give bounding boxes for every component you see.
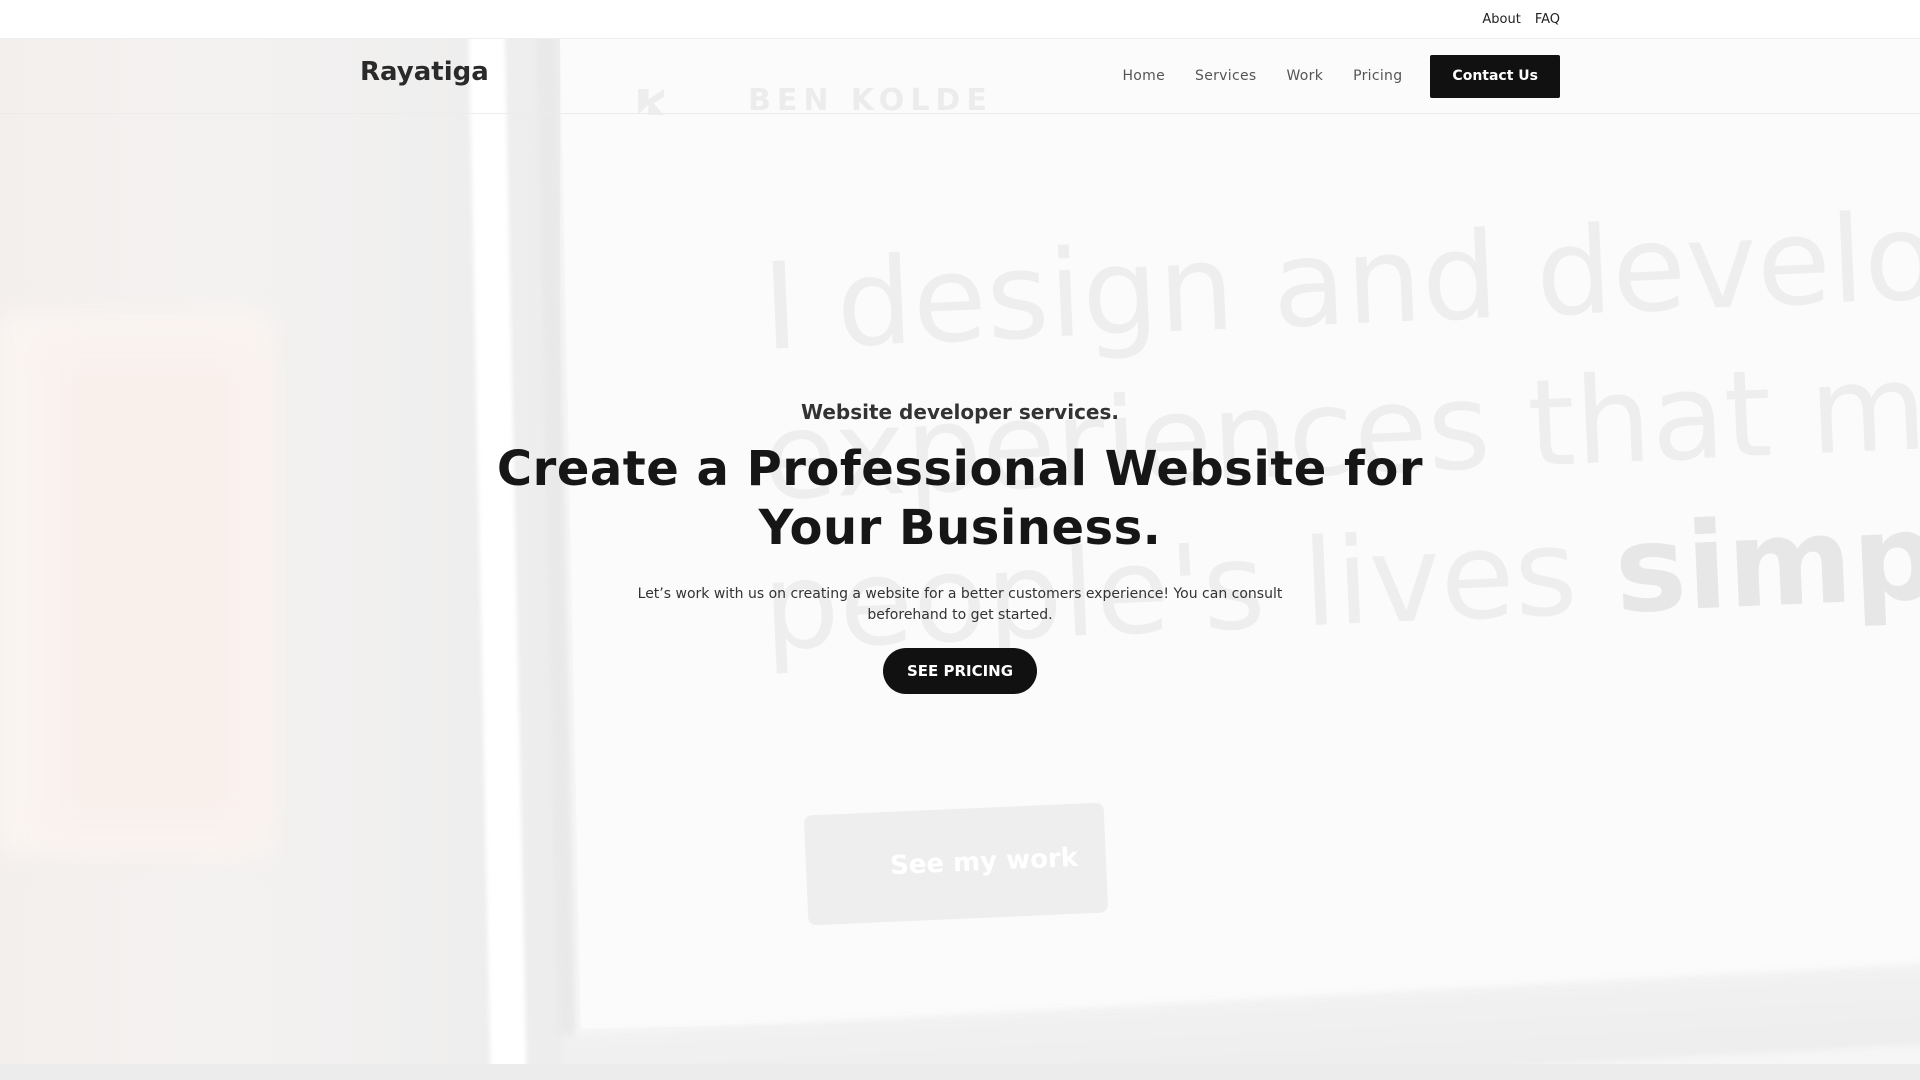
hero-bottom-strip	[0, 1064, 1920, 1080]
about-link[interactable]: About	[1482, 12, 1520, 27]
contact-us-button[interactable]: Contact Us	[1430, 54, 1560, 98]
hero-headline: Create a Professional Website for Your B…	[496, 441, 1424, 556]
see-pricing-button[interactable]: SEE PRICING	[883, 648, 1037, 694]
main-header: Rayatiga Home Services Work Pricing Cont…	[0, 39, 1920, 114]
nav-work[interactable]: Work	[1286, 68, 1323, 84]
hero-eyebrow: Website developer services.	[800, 400, 1119, 424]
nav-pricing[interactable]: Pricing	[1353, 68, 1402, 84]
top-utility-bar: About FAQ	[0, 0, 1920, 39]
main-nav: Home Services Work Pricing Contact Us	[1122, 54, 1560, 98]
nav-services[interactable]: Services	[1195, 68, 1256, 84]
utility-links: About FAQ	[1482, 0, 1560, 38]
faq-link[interactable]: FAQ	[1535, 12, 1560, 27]
site-logo[interactable]: Rayatiga	[360, 57, 489, 87]
hero-content: Website developer services. Create a Pro…	[0, 400, 1920, 694]
hero-subtext: Let’s work with us on creating a website…	[637, 586, 1283, 623]
nav-home[interactable]: Home	[1122, 68, 1165, 84]
